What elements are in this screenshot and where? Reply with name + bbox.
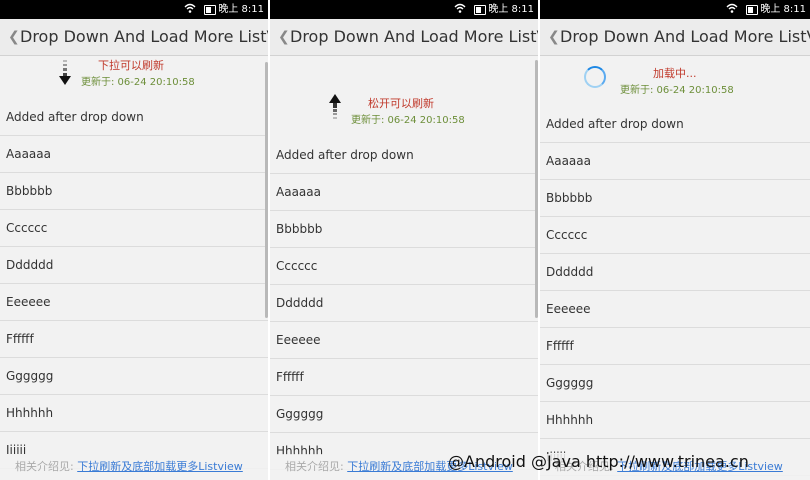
last-updated-time: 更新于: 06-24 20:10:58 — [620, 85, 734, 96]
footer-link[interactable]: 下拉刷新及底部加载更多Listview — [77, 460, 243, 473]
refresh-header: 下拉可以刷新 更新于: 06-24 20:10:58 — [0, 56, 268, 100]
arrow-up-icon — [328, 93, 342, 125]
refresh-header: 松开可以刷新 更新于: 06-24 20:10:58 — [270, 92, 538, 136]
page-title: Drop Down And Load More ListV... — [560, 27, 810, 46]
wifi-icon — [726, 2, 738, 17]
list-item[interactable]: Gggggg — [270, 396, 538, 433]
list-item[interactable]: Gggggg — [0, 358, 268, 395]
list-item[interactable]: Eeeeee — [270, 322, 538, 359]
list-view[interactable]: Added after drop down Aaaaaa Bbbbbb Cccc… — [0, 99, 268, 469]
last-updated-time: 更新于: 06-24 20:10:58 — [351, 115, 465, 126]
list-item[interactable]: Eeeeee — [540, 291, 810, 328]
list-item[interactable]: Added after drop down — [540, 106, 810, 143]
list-item[interactable]: Dddddd — [0, 247, 268, 284]
action-bar: ❮ Drop Down And Load More ListV... — [540, 19, 810, 56]
status-bar: 晚上 8:11 — [0, 0, 268, 19]
page-title: Drop Down And Load More ListV... — [20, 27, 268, 46]
last-updated-time: 更新于: 06-24 20:10:58 — [81, 77, 195, 88]
screen-loading: 晚上 8:11 ❮ Drop Down And Load More ListV.… — [540, 0, 810, 480]
list-item[interactable]: Bbbbbb — [0, 173, 268, 210]
list-item[interactable]: Ffffff — [270, 359, 538, 396]
wifi-icon — [454, 2, 466, 17]
refresh-hint: 下拉可以刷新 — [98, 59, 164, 72]
list-item[interactable]: Dddddd — [270, 285, 538, 322]
refresh-hint: 松开可以刷新 — [368, 97, 434, 110]
back-chevron-icon[interactable]: ❮ — [278, 19, 290, 55]
arrow-down-icon — [58, 60, 72, 90]
list-item[interactable]: Ffffff — [0, 321, 268, 358]
watermark-text: @Android @Java http://www.trinea.cn — [448, 452, 749, 471]
back-chevron-icon[interactable]: ❮ — [8, 19, 20, 55]
list-item[interactable]: Cccccc — [0, 210, 268, 247]
action-bar: ❮ Drop Down And Load More ListV... — [270, 19, 538, 56]
list-item[interactable]: Hhhhhh — [540, 402, 810, 439]
status-bar: 晚上 8:11 — [270, 0, 538, 19]
battery-icon — [746, 5, 758, 15]
list-item[interactable]: Added after drop down — [270, 137, 538, 174]
status-time: 晚上 8:11 — [760, 4, 806, 15]
list-item[interactable]: Aaaaaa — [540, 143, 810, 180]
list-item[interactable]: Eeeeee — [0, 284, 268, 321]
footer-label: 相关介绍见: — [285, 460, 344, 473]
battery-icon — [474, 5, 486, 15]
list-item[interactable]: Bbbbbb — [270, 211, 538, 248]
list-view[interactable]: Added after drop down Aaaaaa Bbbbbb Cccc… — [540, 106, 810, 476]
status-bar: 晚上 8:11 — [540, 0, 810, 19]
loading-spinner-icon — [584, 66, 606, 88]
list-item[interactable]: Bbbbbb — [540, 180, 810, 217]
status-time: 晚上 8:11 — [488, 4, 534, 15]
back-chevron-icon[interactable]: ❮ — [548, 19, 560, 55]
scrollbar-thumb[interactable] — [265, 62, 268, 318]
screen-pull-to-refresh: 晚上 8:11 ❮ Drop Down And Load More ListV.… — [0, 0, 268, 480]
scrollbar-thumb[interactable] — [535, 60, 538, 318]
status-time: 晚上 8:11 — [218, 4, 264, 15]
battery-icon — [204, 5, 216, 15]
list-item[interactable]: Hhhhhh — [0, 395, 268, 432]
screen-release-to-refresh: 晚上 8:11 ❮ Drop Down And Load More ListV.… — [270, 0, 538, 480]
wifi-icon — [184, 2, 196, 17]
refresh-hint: 加载中... — [653, 67, 697, 80]
list-item[interactable]: Aaaaaa — [270, 174, 538, 211]
refresh-header: 加载中... 更新于: 06-24 20:10:58 — [540, 62, 810, 106]
page-title: Drop Down And Load More ListV... — [290, 27, 538, 46]
list-item[interactable]: Added after drop down — [0, 99, 268, 136]
action-bar: ❮ Drop Down And Load More ListV... — [0, 19, 268, 56]
list-view[interactable]: Added after drop down Aaaaaa Bbbbbb Cccc… — [270, 137, 538, 470]
list-item[interactable]: Cccccc — [540, 217, 810, 254]
list-item[interactable]: Aaaaaa — [0, 136, 268, 173]
list-item[interactable]: Cccccc — [270, 248, 538, 285]
footer-bar: 相关介绍见: 下拉刷新及底部加载更多Listview — [0, 454, 268, 480]
list-item[interactable]: Dddddd — [540, 254, 810, 291]
list-item[interactable]: Gggggg — [540, 365, 810, 402]
list-item[interactable]: Ffffff — [540, 328, 810, 365]
footer-label: 相关介绍见: — [15, 460, 74, 473]
